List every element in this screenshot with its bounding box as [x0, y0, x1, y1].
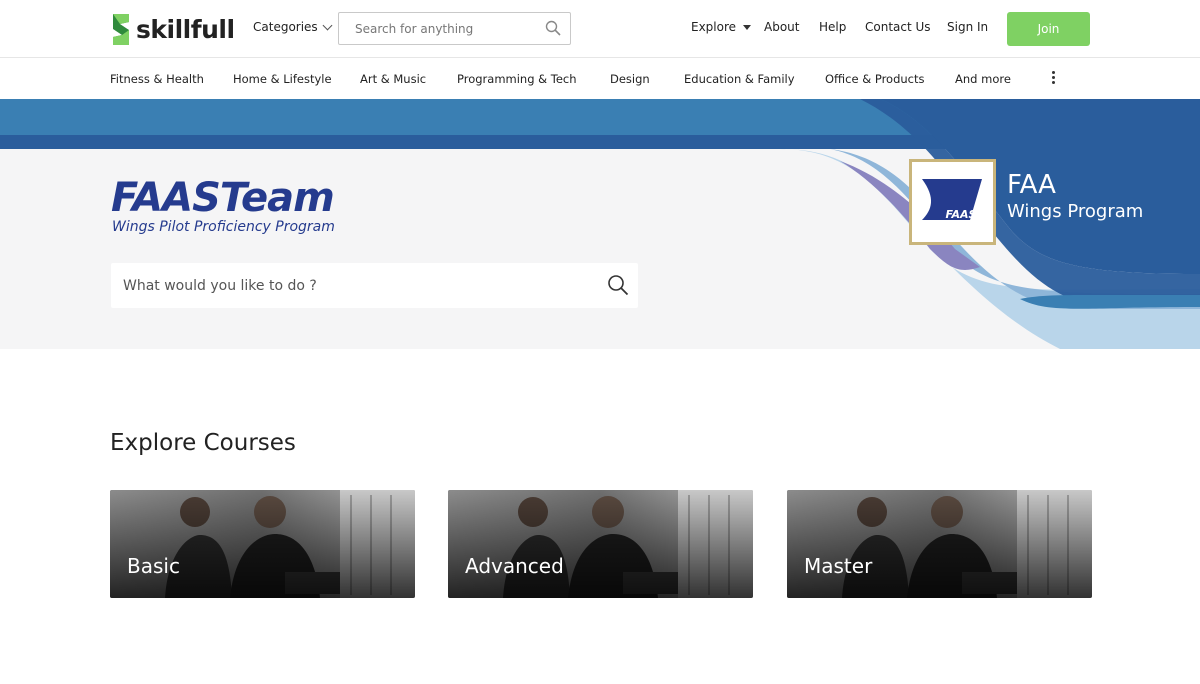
- category-art-music[interactable]: Art & Music: [360, 72, 426, 86]
- search-icon[interactable]: [545, 20, 561, 40]
- category-education-family[interactable]: Education & Family: [684, 72, 795, 86]
- caret-down-icon: [743, 24, 752, 30]
- category-fitness-health[interactable]: Fitness & Health: [110, 72, 204, 86]
- category-and-more[interactable]: And more: [955, 72, 1011, 86]
- explore-menu[interactable]: Explore: [691, 20, 752, 34]
- explore-courses-heading: Explore Courses: [110, 430, 296, 456]
- about-link[interactable]: About: [764, 20, 799, 34]
- course-card-image: [787, 490, 1092, 598]
- search-icon[interactable]: [607, 274, 629, 300]
- faast-badge-logo: FAAST: [909, 159, 996, 245]
- category-office-products[interactable]: Office & Products: [825, 72, 925, 86]
- category-home-lifestyle[interactable]: Home & Lifestyle: [233, 72, 332, 86]
- course-card-master[interactable]: Master: [787, 490, 1092, 598]
- hero-search: [111, 263, 638, 308]
- contact-us-link[interactable]: Contact Us: [865, 20, 931, 34]
- hero-search-input[interactable]: [111, 263, 581, 308]
- course-card-label: Advanced: [465, 554, 564, 578]
- more-options-icon[interactable]: [1050, 71, 1056, 87]
- course-card-basic[interactable]: Basic: [110, 490, 415, 598]
- header-search: [338, 12, 571, 45]
- course-card-image: [110, 490, 415, 598]
- chevron-down-icon: [322, 20, 333, 30]
- course-card-label: Basic: [127, 554, 180, 578]
- brand-title: FAASTeam: [111, 175, 335, 221]
- brand-subtitle: Wings Pilot Proficiency Program: [112, 219, 335, 235]
- categories-label: Categories: [253, 20, 318, 34]
- site-logo[interactable]: skillfull: [111, 12, 235, 46]
- category-programming-tech[interactable]: Programming & Tech: [457, 72, 577, 86]
- top-header: skillfull Categories Explore About Help …: [0, 0, 1200, 58]
- hero-banner: FAASTeam Wings Pilot Proficiency Program…: [0, 99, 1200, 349]
- categories-dropdown[interactable]: Categories: [253, 20, 333, 34]
- faa-wings-label: FAA Wings Program: [1007, 169, 1143, 223]
- logo-text: skillfull: [136, 14, 235, 44]
- faa-label: FAA: [1007, 170, 1056, 200]
- wings-program-label: Wings Program: [1007, 201, 1144, 222]
- course-card-advanced[interactable]: Advanced: [448, 490, 753, 598]
- skillfull-logo-icon: [113, 13, 129, 45]
- help-link[interactable]: Help: [819, 20, 846, 34]
- category-bar: Fitness & Health Home & Lifestyle Art & …: [0, 59, 1200, 99]
- category-design[interactable]: Design: [610, 72, 650, 86]
- search-input[interactable]: [339, 13, 529, 44]
- course-card-image: [448, 490, 753, 598]
- join-button[interactable]: Join: [1007, 12, 1090, 46]
- course-card-label: Master: [804, 554, 873, 578]
- explore-label: Explore: [691, 20, 737, 34]
- sign-in-link[interactable]: Sign In: [947, 20, 988, 34]
- faast-badge-text: FAAST: [945, 208, 985, 221]
